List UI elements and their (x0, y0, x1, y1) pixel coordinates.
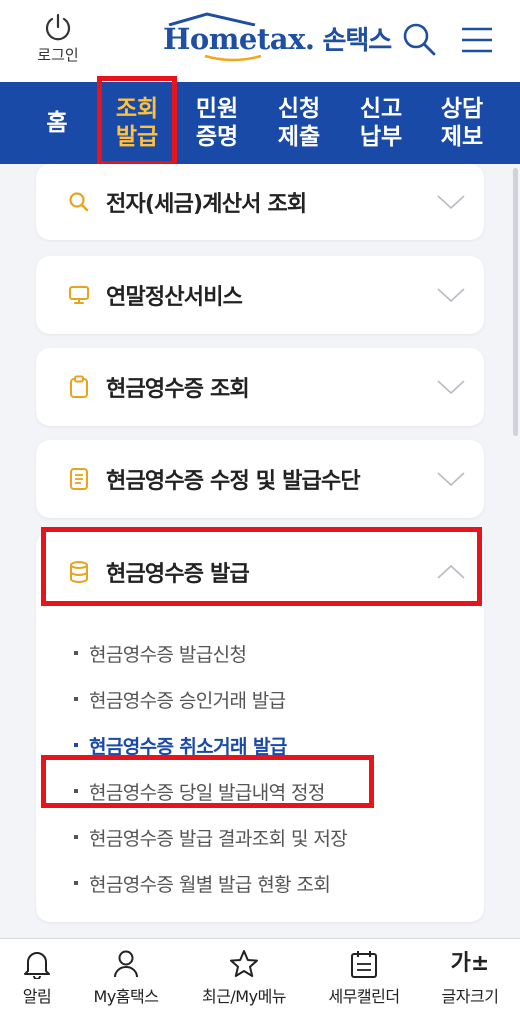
bullet (74, 835, 78, 839)
accordion-highlight-box (41, 527, 482, 606)
app-header: 로그인 Hometax. 손택스 (0, 0, 520, 82)
monitor-icon (69, 286, 89, 304)
bullet (74, 697, 78, 701)
chevron-down-icon (437, 472, 465, 487)
submenu-highlight-box (41, 755, 374, 808)
roof-icon (168, 11, 256, 26)
accordion-title: 현금영수증 수정 및 발급수단 (106, 469, 361, 494)
login-label: 로그인 (37, 46, 79, 64)
search-icon[interactable] (402, 22, 436, 56)
accordion-cash-receipt-modify[interactable]: 현금영수증 수정 및 발급수단 (36, 440, 484, 518)
accordion-title: 전자(세금)계산서 조회 (106, 192, 307, 217)
accordion-header[interactable]: 현금영수증 수정 및 발급수단 (36, 440, 484, 518)
nav-civil-certificate[interactable]: 민원 증명 (180, 82, 254, 164)
accordion-header[interactable]: 연말정산서비스 (36, 256, 484, 334)
accordion-title: 연말정산서비스 (106, 285, 243, 310)
accordion-title: 현금영수증 조회 (106, 377, 250, 402)
person-icon (114, 950, 138, 978)
swoosh-icon (204, 54, 262, 61)
main-nav: 홈 조회 발급 민원 증명 신청 제출 신고 납부 상담 제보 (0, 82, 520, 164)
font-size-icon: 가± (450, 951, 490, 976)
menu-icon[interactable] (460, 26, 494, 54)
accordion-year-end-settlement[interactable]: 연말정산서비스 (36, 256, 484, 334)
logo-korean: 손택스 (322, 26, 392, 56)
scrollbar[interactable] (513, 168, 518, 436)
accordion-header[interactable]: 전자(세금)계산서 조회 (36, 164, 484, 240)
submenu-item-monthly-status[interactable]: 현금영수증 월별 발급 현황 조회 (36, 860, 484, 906)
tab-notifications[interactable]: 알림 (0, 939, 74, 1010)
submenu-item-approval-issue[interactable]: 현금영수증 승인거래 발급 (36, 676, 484, 722)
logo-wordmark: Hometax. (163, 11, 315, 61)
tab-font-size[interactable]: 가± 글자크기 (428, 939, 512, 1010)
bullet (74, 881, 78, 885)
document-icon (70, 468, 88, 490)
login-button[interactable]: 로그인 (28, 12, 88, 65)
chevron-down-icon (437, 195, 465, 210)
tab-recent-my-menu[interactable]: 최근/My메뉴 (190, 939, 298, 1010)
bullet (74, 743, 78, 747)
submenu-item-issue-apply[interactable]: 현금영수증 발급신청 (36, 630, 484, 676)
tab-tax-calendar[interactable]: 세무캘린더 (316, 939, 412, 1010)
accordion-header[interactable]: 현금영수증 조회 (36, 348, 484, 426)
chevron-down-icon (437, 380, 465, 395)
search-icon (69, 192, 89, 212)
star-icon (230, 950, 258, 977)
accordion-e-invoice[interactable]: 전자(세금)계산서 조회 (36, 164, 484, 240)
bullet (74, 651, 78, 655)
nav-consult-report[interactable]: 상담 제보 (424, 82, 500, 164)
tab-my-hometax[interactable]: My홈택스 (80, 939, 172, 1010)
nav-home[interactable]: 홈 (20, 82, 94, 164)
accordion-cash-receipt-inquiry[interactable]: 현금영수증 조회 (36, 348, 484, 426)
submenu-item-result-save[interactable]: 현금영수증 발급 결과조회 및 저장 (36, 814, 484, 860)
calendar-icon (351, 951, 377, 978)
hometax-logo[interactable]: Hometax. 손택스 (163, 11, 392, 61)
nav-highlight-box (97, 76, 177, 166)
bell-icon (24, 952, 50, 979)
nav-apply-submit[interactable]: 신청 제출 (262, 82, 336, 164)
chevron-down-icon (437, 288, 465, 303)
nav-report-pay[interactable]: 신고 납부 (344, 82, 418, 164)
power-icon (45, 13, 71, 41)
bottom-tab-bar: 알림 My홈택스 최근/My메뉴 세무캘린더 가± 글자크기 (0, 938, 520, 1010)
clipboard-icon (70, 375, 88, 398)
